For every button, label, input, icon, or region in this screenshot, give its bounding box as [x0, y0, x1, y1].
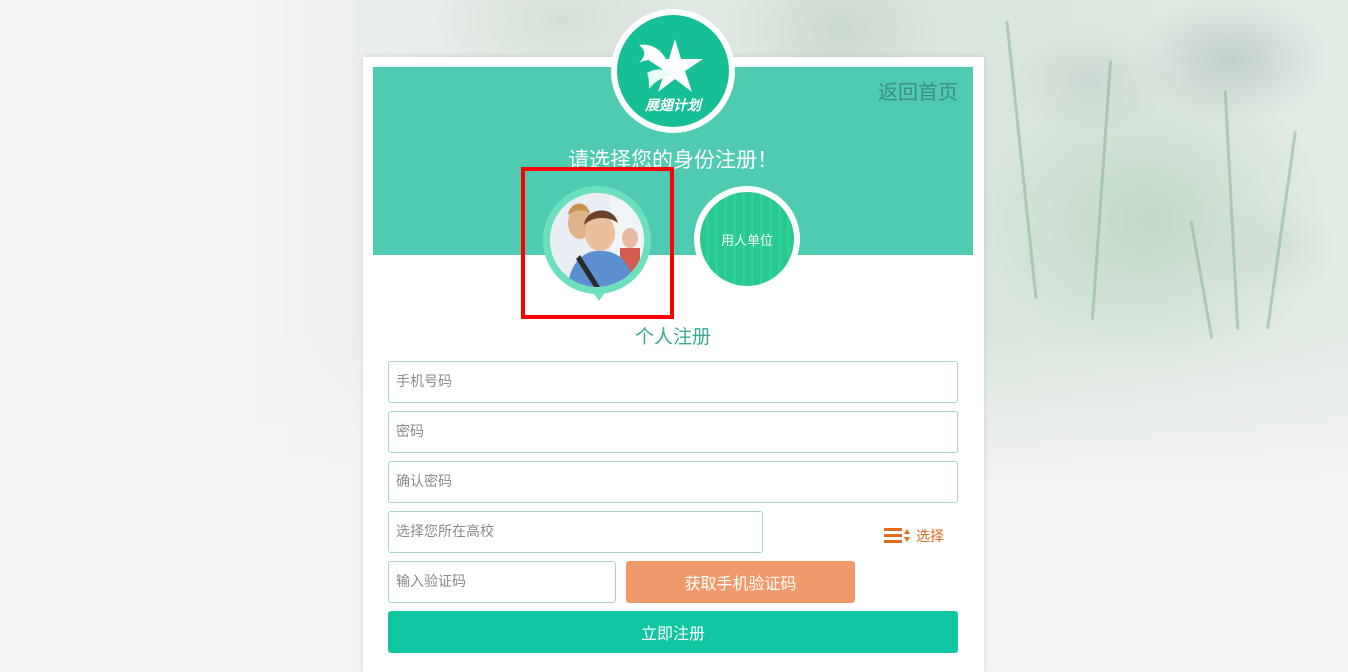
list-icon: [884, 528, 902, 544]
get-sms-code-button[interactable]: 获取手机验证码: [626, 561, 855, 603]
form-title: 个人注册: [634, 326, 711, 348]
confirm-password-input[interactable]: [388, 461, 958, 503]
flower-stem: [1223, 90, 1240, 330]
choose-label: 选择: [916, 529, 944, 545]
flower-stem: [1266, 130, 1297, 330]
phone-input[interactable]: [388, 361, 958, 403]
logo: 展翅计划: [611, 9, 735, 133]
role-company-button[interactable]: 用人单位: [694, 186, 800, 292]
logo-text: 展翅计划: [645, 98, 701, 114]
logo-badge: 展翅计划: [617, 15, 729, 127]
flower-stem: [1005, 20, 1038, 300]
role-company-label: 用人单位: [700, 192, 794, 286]
flower-stem: [1189, 220, 1214, 340]
flower-stem: [1090, 60, 1113, 320]
school-input[interactable]: [388, 511, 763, 553]
verification-code-input[interactable]: [388, 561, 616, 603]
selection-highlight-box: [521, 167, 674, 319]
back-home-link[interactable]: 返回首页: [878, 76, 958, 105]
password-input[interactable]: [388, 411, 958, 453]
choose-school-button[interactable]: 选择: [884, 525, 944, 547]
register-button[interactable]: 立即注册: [388, 611, 958, 653]
sort-arrows-icon: [904, 529, 911, 543]
